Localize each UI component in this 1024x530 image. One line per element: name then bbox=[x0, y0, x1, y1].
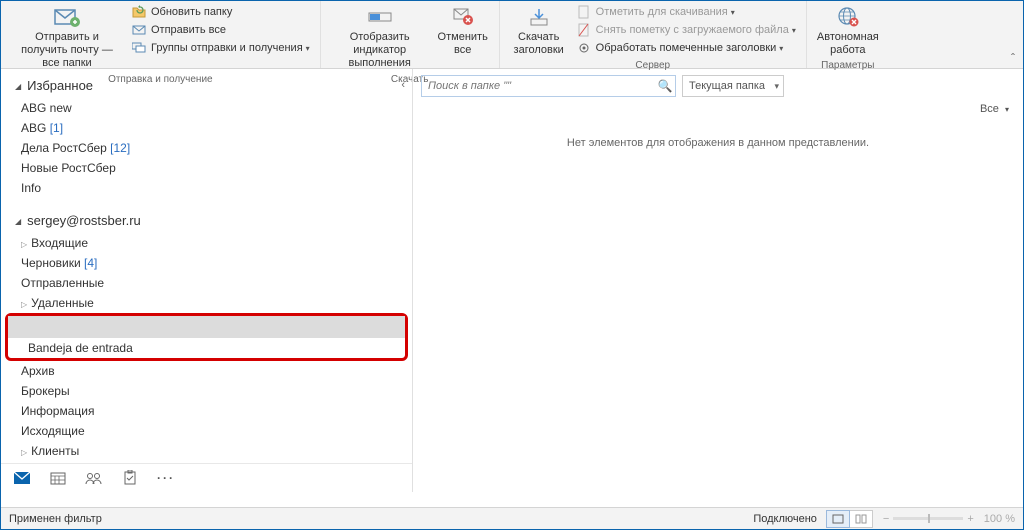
view-reading-button[interactable] bbox=[849, 510, 873, 528]
search-box[interactable]: 🔍 bbox=[421, 75, 676, 97]
ribbon-group-options: Автономная работа Параметры bbox=[807, 1, 889, 68]
folder-item[interactable]: Bandeja de entrada bbox=[8, 338, 405, 358]
tasks-nav-icon[interactable] bbox=[121, 470, 139, 486]
send-receive-groups-button[interactable]: Группы отправки и получения▾ bbox=[127, 39, 314, 57]
favorite-item[interactable]: ABG [1] bbox=[1, 118, 412, 138]
send-receive-icon bbox=[53, 5, 81, 29]
offline-button[interactable]: Автономная работа bbox=[813, 3, 883, 59]
send-all-button[interactable]: Отправить все bbox=[127, 21, 314, 39]
nav-bar: ··· bbox=[1, 463, 412, 492]
more-nav-icon[interactable]: ··· bbox=[157, 470, 175, 486]
highlight-box: Bandeja de entrada bbox=[5, 313, 408, 361]
calendar-nav-icon[interactable] bbox=[49, 470, 67, 486]
folder-item[interactable]: Брокеры bbox=[1, 381, 412, 401]
chevron-down-icon: ▾ bbox=[779, 44, 783, 53]
process-marked-button[interactable]: Обработать помеченные заголовки▾ bbox=[572, 39, 800, 57]
show-progress-button[interactable]: Отобразить индикатор выполнения bbox=[327, 3, 433, 73]
ribbon-group-server: Скачать заголовки Отметить для скачивани… bbox=[500, 1, 807, 68]
collapse-pane-button[interactable]: ‹ bbox=[401, 79, 405, 91]
progress-icon bbox=[366, 5, 394, 29]
page-unmark-icon bbox=[576, 22, 592, 38]
chevron-down-icon: ▾ bbox=[792, 26, 796, 35]
send-receive-all-button[interactable]: Отправить и получить почту — все папки bbox=[7, 3, 127, 73]
download-icon bbox=[525, 5, 553, 29]
account-header[interactable]: sergey@rostsber.ru bbox=[1, 208, 412, 233]
folder-item[interactable]: Клиенты bbox=[1, 441, 412, 461]
page-mark-icon bbox=[576, 4, 592, 20]
mail-nav-icon[interactable] bbox=[13, 470, 31, 486]
people-nav-icon[interactable] bbox=[85, 470, 103, 486]
send-receive-label: Отправить и получить почту — все папки bbox=[13, 31, 121, 71]
filter-dropdown[interactable]: Все ▾ bbox=[413, 103, 1023, 119]
folder-item[interactable]: Отправленные bbox=[1, 273, 412, 293]
folder-item[interactable]: Информация bbox=[1, 401, 412, 421]
chevron-down-icon: ▾ bbox=[731, 8, 735, 17]
favorites-header[interactable]: Избранное bbox=[1, 73, 412, 98]
folder-item[interactable]: Архив bbox=[1, 361, 412, 381]
search-scope-dropdown[interactable]: Текущая папка bbox=[682, 75, 784, 97]
gear-icon bbox=[576, 40, 592, 56]
favorite-item[interactable]: Дела РостСбер [12] bbox=[1, 138, 412, 158]
folder-refresh-icon bbox=[131, 4, 147, 20]
zoom-track[interactable] bbox=[893, 517, 963, 520]
ribbon-collapse-button[interactable]: ˆ bbox=[1011, 51, 1015, 65]
folder-item[interactable]: Черновики [4] bbox=[1, 253, 412, 273]
zoom-slider[interactable]: − + bbox=[883, 513, 974, 525]
favorite-item[interactable]: Новые РостСбер bbox=[1, 158, 412, 178]
folder-item[interactable]: Удаленные bbox=[1, 293, 412, 313]
download-headers-button[interactable]: Скачать заголовки bbox=[506, 3, 572, 59]
update-folder-button[interactable]: Обновить папку bbox=[127, 3, 314, 21]
envelopes-icon bbox=[131, 40, 147, 56]
chevron-down-icon: ▾ bbox=[306, 44, 310, 53]
item-count: [12] bbox=[110, 141, 130, 155]
folder-item[interactable]: Исходящие bbox=[1, 421, 412, 441]
cancel-all-button[interactable]: Отменить все bbox=[433, 3, 493, 59]
search-input[interactable] bbox=[422, 80, 655, 92]
unmark-button[interactable]: Снять пометку с загружаемого файла▾ bbox=[572, 21, 800, 39]
view-normal-button[interactable] bbox=[826, 510, 850, 528]
ribbon: Отправить и получить почту — все папки О… bbox=[1, 1, 1023, 69]
selected-blank-item[interactable] bbox=[8, 316, 405, 338]
mark-download-button[interactable]: Отметить для скачивания▾ bbox=[572, 3, 800, 21]
zoom-out-icon[interactable]: − bbox=[883, 513, 889, 525]
item-count: [4] bbox=[84, 256, 97, 270]
folder-pane: ИзбранноеABG new ABG [1]Дела РостСбер [1… bbox=[1, 69, 413, 492]
ribbon-group-download: Отобразить индикатор выполнения Отменить… bbox=[321, 1, 500, 68]
status-filter-text: Применен фильтр bbox=[9, 513, 753, 525]
folder-item[interactable]: Входящие bbox=[1, 233, 412, 253]
item-count: [1] bbox=[50, 121, 63, 135]
envelope-icon bbox=[131, 22, 147, 38]
status-bar: Применен фильтр Подключено − + 100 % bbox=[1, 507, 1023, 529]
empty-message: Нет элементов для отображения в данном п… bbox=[413, 119, 1023, 167]
status-connection: Подключено bbox=[753, 513, 817, 525]
chevron-down-icon: ▾ bbox=[1005, 105, 1009, 114]
zoom-in-icon[interactable]: + bbox=[967, 513, 973, 525]
globe-offline-icon bbox=[834, 5, 862, 29]
zoom-percent: 100 % bbox=[984, 513, 1015, 525]
favorite-item[interactable]: Info bbox=[1, 178, 412, 198]
ribbon-group-send-receive: Отправить и получить почту — все папки О… bbox=[1, 1, 321, 68]
cancel-icon bbox=[449, 5, 477, 29]
search-icon[interactable]: 🔍 bbox=[655, 79, 675, 93]
favorite-item[interactable]: ABG new bbox=[1, 98, 412, 118]
content-pane: 🔍 Текущая папка Все ▾ Нет элементов для … bbox=[413, 69, 1023, 492]
